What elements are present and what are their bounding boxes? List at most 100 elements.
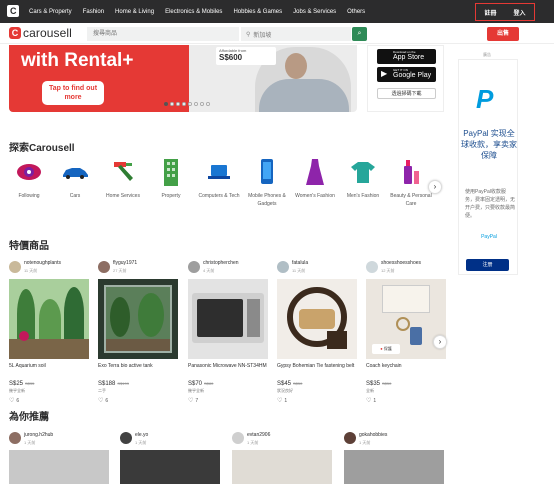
category-label: Home Services [106, 193, 140, 199]
nav-home-living[interactable]: Home & Living [115, 9, 154, 15]
listing-seller[interactable]: christopherchen 4 天前 [188, 260, 268, 276]
carousell-logo-icon[interactable]: C [7, 5, 19, 17]
current-price: S$70 [188, 381, 203, 387]
listing-photo[interactable] [9, 450, 109, 484]
carousel-dot[interactable] [176, 102, 180, 106]
carousel-dot[interactable] [188, 102, 192, 106]
nav-hobbies-games[interactable]: Hobbies & Games [233, 9, 282, 15]
location-selector[interactable]: ⚲ 新加坡 [241, 27, 351, 41]
listing-price: S$188 S$199 [98, 381, 178, 387]
category-label: Women's Fashion [295, 193, 335, 199]
carousel-dot[interactable] [170, 102, 174, 106]
heart-icon: ♡ [277, 398, 283, 404]
listing-card[interactable]: notenoughplants 11 天前 5L Aquarium soil S… [9, 260, 89, 404]
hero-banner[interactable]: with Rental+ Tap to find out more Afford… [9, 45, 357, 112]
category-cars[interactable]: Cars [51, 158, 99, 200]
category-property[interactable]: Property [147, 158, 195, 200]
listing-seller[interactable]: shoesshoesshoes 12 天前 [366, 260, 446, 276]
nav-electronics-mobiles[interactable]: Electronics & Mobiles [165, 9, 222, 15]
nav-jobs-services[interactable]: Jobs & Services [293, 9, 336, 15]
app-store-button[interactable]: Download on the App Store [377, 49, 436, 64]
listing-photo[interactable] [232, 450, 332, 484]
dress-icon [301, 158, 329, 186]
recommendations-title: 為你推薦 [9, 412, 49, 423]
listing-photo[interactable] [9, 279, 89, 359]
original-price: S$199 [117, 381, 129, 386]
search-button[interactable]: ⌕ [352, 27, 367, 41]
like-button[interactable]: ♡ 7 [188, 397, 268, 404]
login-link[interactable]: 登入 [513, 8, 525, 17]
listing-time: 1 天前 [24, 440, 36, 445]
phone-icon [253, 158, 281, 186]
top-nav: C Cars & Property Fashion Home & Living … [0, 0, 554, 23]
play-icon: ▶ [381, 69, 388, 78]
category-mens-fashion[interactable]: Men's Fashion [339, 158, 387, 200]
hero-cta-button[interactable]: Tap to find out more [42, 81, 104, 105]
seller-name: jurong.h2hub [24, 432, 54, 438]
seller-name: christopherchen [203, 260, 239, 266]
listing-price: S$35 S$50 [366, 381, 446, 387]
carousel-dot[interactable] [206, 102, 210, 106]
listing-seller[interactable]: notenoughplants 11 天前 [9, 260, 89, 276]
listing-photo[interactable] [188, 279, 268, 359]
listing-seller[interactable]: fatalula 11 天前 [277, 260, 357, 276]
ad-label: 廣告 [483, 52, 491, 57]
paypal-ad[interactable]: P PayPal 实现全球收款，享卖家保障 使用PayPal收款服务，费率固定透… [458, 59, 518, 275]
listing-time: 1 天前 [359, 440, 371, 445]
listing-card[interactable]: christopherchen 4 天前 Panasonic Microwave… [188, 260, 268, 404]
current-price: S$35 [366, 381, 381, 387]
recommendation-card[interactable]: jurong.h2hub 1 天前 [9, 432, 109, 484]
listing-condition: 幾乎全新 [188, 388, 204, 393]
category-mobile-phones[interactable]: Mobile Phones & Gadgets [243, 158, 291, 208]
listing-photo[interactable] [120, 450, 220, 484]
category-next-button[interactable]: › [428, 180, 442, 194]
cosmetics-icon [397, 158, 425, 186]
original-price: S$35 [25, 381, 35, 386]
seller-name: flyguy1971 [113, 260, 138, 266]
recommendation-card[interactable]: evtan2906 1 天前 [232, 432, 332, 484]
like-button[interactable]: ♡ 6 [98, 397, 178, 404]
carousel-dot[interactable] [182, 102, 186, 106]
google-play-button[interactable]: ▶ GET IT ON Google Play [377, 67, 436, 82]
listing-card[interactable]: shoesshoesshoes 12 天前 ● 保護 Coach keychai… [366, 260, 446, 404]
register-link[interactable]: 註冊 [484, 8, 496, 17]
like-button[interactable]: ♡ 6 [9, 397, 89, 404]
listing-card[interactable]: fatalula 11 天前 Gypsy Bohemian Tie fasten… [277, 260, 357, 404]
ad-register-button[interactable]: 注册 [466, 259, 509, 271]
nav-fashion[interactable]: Fashion [83, 9, 104, 15]
category-label: Computers & Tech [198, 193, 240, 199]
qr-download-button[interactable]: 透過掃碼下載 [377, 88, 436, 99]
category-carousel: Following Cars Home Services Property Co… [5, 158, 435, 218]
listing-photo[interactable]: ● 保護 [366, 279, 446, 359]
nav-cars-property[interactable]: Cars & Property [29, 9, 72, 15]
category-computers-tech[interactable]: Computers & Tech [195, 158, 243, 200]
listing-seller[interactable]: flyguy1971 27 天前 [98, 260, 178, 276]
category-following[interactable]: Following [5, 158, 53, 200]
like-button[interactable]: ♡ 1 [277, 397, 357, 404]
listing-photo[interactable] [344, 450, 444, 484]
seller-name: ele.yo [135, 432, 149, 438]
avatar [232, 432, 244, 444]
original-price: S$80 [204, 381, 214, 386]
listing-photo[interactable] [277, 279, 357, 359]
category-home-services[interactable]: Home Services [99, 158, 147, 200]
listing-card[interactable]: flyguy1971 27 天前 Exo Terra bio active ta… [98, 260, 178, 404]
category-womens-fashion[interactable]: Women's Fashion [291, 158, 339, 200]
listing-photo[interactable] [98, 279, 178, 359]
carousel-dot[interactable] [164, 102, 168, 106]
carousel-dot[interactable] [194, 102, 198, 106]
heart-icon: ♡ [366, 398, 372, 404]
seller-name: shoesshoesshoes [381, 260, 422, 266]
like-button[interactable]: ♡ 1 [366, 397, 446, 404]
nav-others[interactable]: Others [347, 9, 365, 15]
listing-time: 1 天前 [135, 440, 147, 445]
sell-button[interactable]: 出售 [487, 27, 519, 41]
carousel-dot[interactable] [200, 102, 204, 106]
protected-label: 保護 [383, 346, 392, 351]
location-pin-icon: ⚲ [246, 31, 251, 38]
recommendation-card[interactable]: ele.yo 1 天前 [120, 432, 220, 484]
deals-next-button[interactable]: › [433, 335, 447, 349]
brand-logo[interactable]: C carousell [9, 26, 72, 40]
search-input[interactable] [87, 27, 239, 41]
recommendation-card[interactable]: gokahobbies 1 天前 [344, 432, 444, 484]
